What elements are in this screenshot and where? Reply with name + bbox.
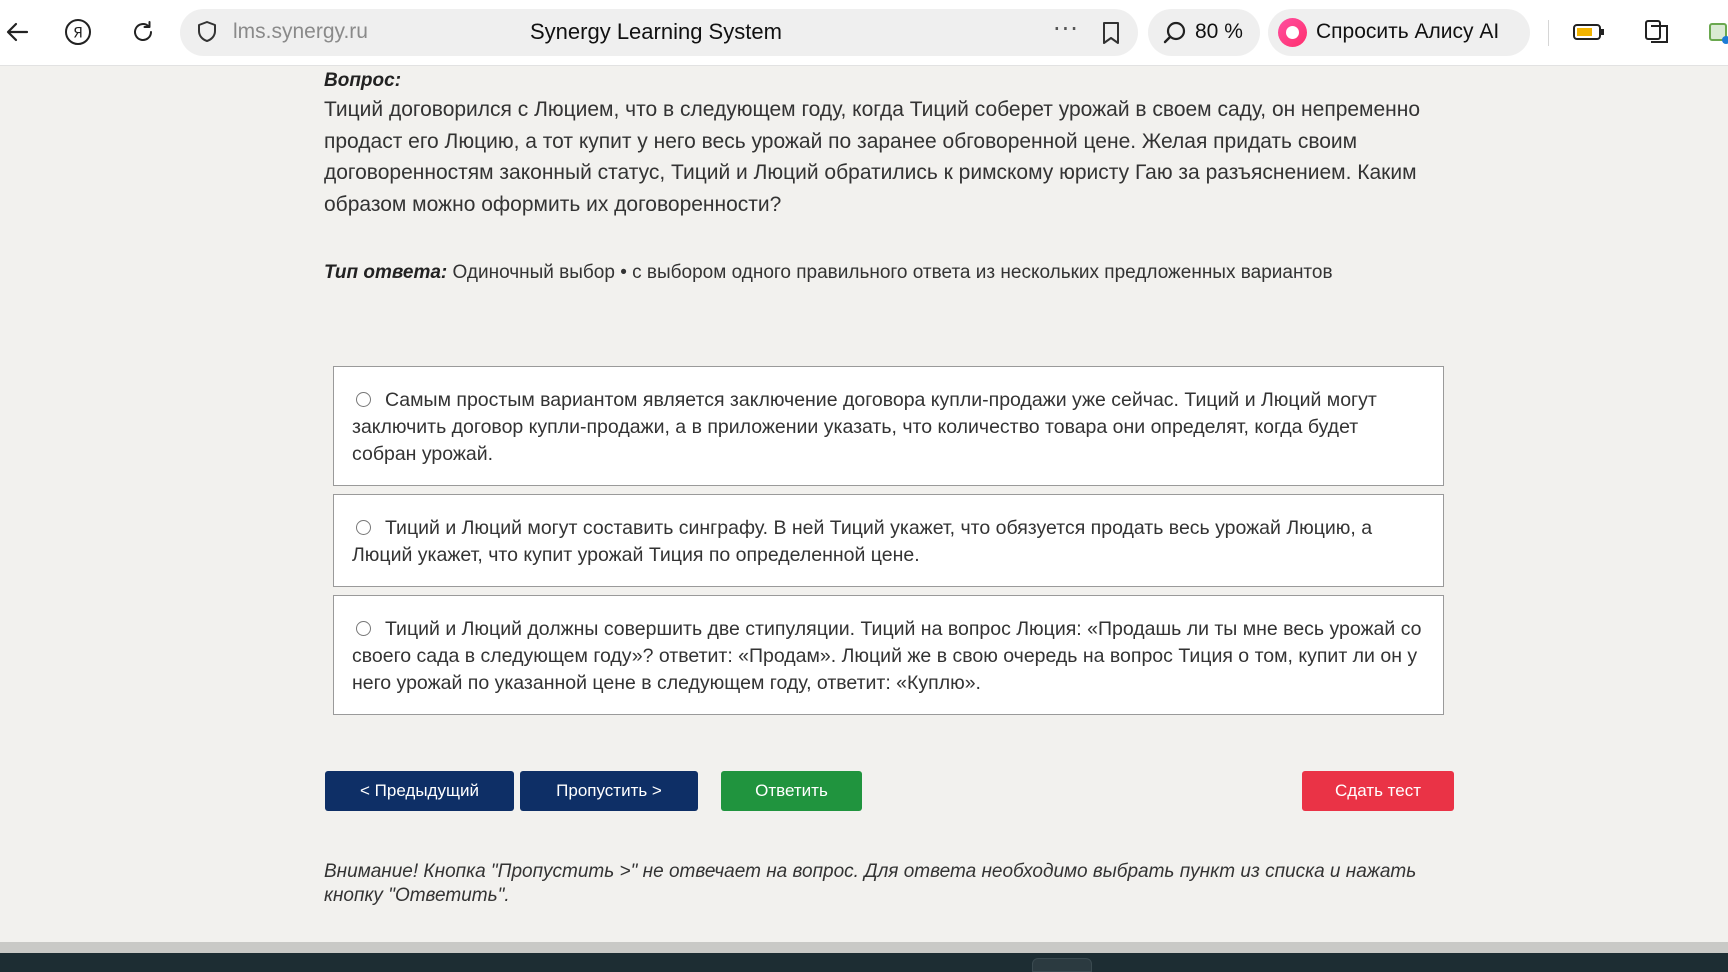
address-bar[interactable]: lms.synergy.ru Synergy Learning System ·… bbox=[180, 9, 1138, 56]
more-icon[interactable]: ··· bbox=[1053, 15, 1079, 43]
answer-option-3[interactable]: Тиций и Люций должны совершить две стипу… bbox=[333, 595, 1444, 715]
previous-button[interactable]: < Предыдущий bbox=[325, 771, 514, 811]
skip-warning: Внимание! Кнопка "Пропустить >" не отвеч… bbox=[324, 861, 1417, 906]
option-text: Тиций и Люций могут составить синграфу. … bbox=[352, 517, 1373, 566]
ask-alice-button[interactable]: Спросить Алису AI bbox=[1268, 9, 1530, 56]
bookmark-icon[interactable] bbox=[1100, 20, 1122, 50]
page-title: Synergy Learning System bbox=[530, 19, 782, 44]
answer-button[interactable]: Ответить bbox=[721, 771, 862, 811]
answer-option-2[interactable]: Тиций и Люций могут составить синграфу. … bbox=[333, 494, 1444, 587]
svg-text:Я: Я bbox=[73, 26, 83, 42]
answer-type: Тип ответа: Одиночный выбор • с выбором … bbox=[324, 262, 1448, 284]
answer-type-label: Тип ответа: bbox=[324, 262, 448, 283]
yandex-icon[interactable]: Я bbox=[60, 14, 96, 50]
extension-icon[interactable] bbox=[1700, 14, 1728, 50]
option-text: Самым простым вариантом является заключе… bbox=[352, 389, 1377, 465]
taskbar-item[interactable] bbox=[1032, 958, 1092, 972]
zoom-control[interactable]: 80 % bbox=[1148, 9, 1260, 56]
toolbar-separator bbox=[1548, 20, 1549, 46]
answer-type-value: Одиночный выбор • с выбором одного прави… bbox=[452, 262, 1333, 283]
question-label: Вопрос: bbox=[324, 70, 402, 91]
back-arrow-icon[interactable] bbox=[0, 14, 36, 50]
zoom-search-icon bbox=[1162, 20, 1188, 50]
answer-option-1[interactable]: Самым простым вариантом является заключе… bbox=[333, 366, 1444, 486]
browser-toolbar: Я lms.synergy.ru Synergy Learning System… bbox=[0, 0, 1728, 66]
radio-button[interactable] bbox=[356, 392, 371, 407]
radio-button[interactable] bbox=[356, 621, 371, 636]
submit-test-button[interactable]: Сдать тест bbox=[1302, 771, 1454, 811]
alice-icon bbox=[1278, 18, 1307, 47]
battery-icon[interactable] bbox=[1571, 14, 1607, 50]
collections-icon[interactable] bbox=[1637, 14, 1673, 50]
question-text: Тиций договорился с Люцием, что в следую… bbox=[324, 98, 1421, 216]
taskbar bbox=[0, 953, 1728, 972]
ask-alice-label: Спросить Алису AI bbox=[1316, 20, 1500, 43]
skip-button[interactable]: Пропустить > bbox=[520, 771, 698, 811]
url-text[interactable]: lms.synergy.ru bbox=[233, 20, 368, 44]
shield-icon[interactable] bbox=[194, 19, 220, 49]
radio-button[interactable] bbox=[356, 520, 371, 535]
zoom-level: 80 % bbox=[1195, 20, 1243, 43]
option-text: Тиций и Люций должны совершить две стипу… bbox=[352, 618, 1422, 694]
reload-icon[interactable] bbox=[125, 14, 161, 50]
